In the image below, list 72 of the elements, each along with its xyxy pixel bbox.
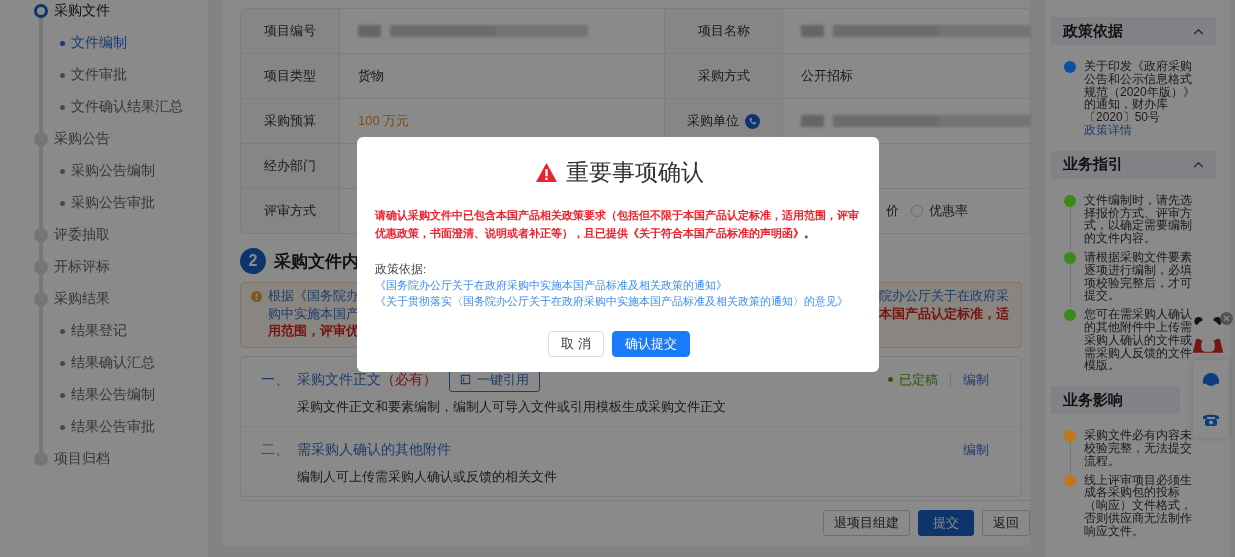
- field-value: 货物: [358, 67, 384, 85]
- info-icon: [251, 291, 262, 302]
- policy-link[interactable]: 政策详情: [1084, 124, 1196, 137]
- footer-button[interactable]: 返回: [982, 510, 1030, 536]
- notice-text: 院办公厅关于在政府采: [879, 288, 1009, 305]
- policy-link[interactable]: 《国务院办公厅关于在政府采购中实施本国产品标准及相关政策的通知》: [375, 277, 727, 293]
- field-label: 项目类型: [264, 67, 316, 85]
- sidebar-item[interactable]: 采购公告审批: [0, 187, 155, 219]
- section-header[interactable]: 政策依据: [1051, 17, 1216, 45]
- field-label: 项目名称: [697, 22, 750, 40]
- guide-text: 请根据采购文件要素逐项进行编制，必填项校验完整后，才可提交。: [1084, 249, 1192, 303]
- field-label: 评审方式: [264, 202, 316, 220]
- caret-icon[interactable]: [1193, 27, 1204, 35]
- warning-icon: [534, 161, 558, 183]
- document-title: 需采购人确认的其他附件: [297, 440, 451, 459]
- sidebar-item[interactable]: 结果确认汇总: [0, 347, 155, 379]
- close-icon[interactable]: [1220, 312, 1233, 325]
- step-label[interactable]: 评委抽取: [54, 226, 110, 244]
- field-label: 采购方式: [697, 67, 750, 85]
- option-label: 价: [886, 202, 899, 220]
- item-number: 二、: [261, 440, 289, 459]
- step-label[interactable]: 采购公告: [54, 130, 110, 148]
- section-title: 政策依据: [1063, 21, 1123, 41]
- option-label[interactable]: 优惠率: [929, 202, 968, 220]
- step-label[interactable]: 开标评标: [54, 258, 110, 276]
- sidebar-item[interactable]: 结果公告审批: [0, 411, 155, 443]
- dialog-button[interactable]: 取 消: [548, 331, 604, 357]
- step-label[interactable]: 项目归档: [54, 450, 110, 468]
- step-label[interactable]: 采购文件: [54, 2, 110, 20]
- dialog-title: 重要事项确认: [565, 157, 704, 187]
- document-description: 采购文件正文和要素编制，编制人可导入文件或引用模板生成采购文件正文: [297, 397, 727, 416]
- guide-text: 线上评审项目必须生成各采购包的投标（响应）文件格式，否则供应商无法制作响应文件。: [1084, 472, 1192, 538]
- guide-text: 您可在需采购人确认的其他附件中上传需采购人确认的文件或需采购人反馈的文件模版。: [1084, 307, 1192, 373]
- document-icon: [460, 374, 471, 385]
- required-tag: （必有）: [381, 370, 437, 389]
- budget-value: 100 万元: [358, 112, 410, 130]
- edit-link[interactable]: 编制: [963, 440, 989, 459]
- phone-icon[interactable]: [745, 113, 760, 129]
- footer-button[interactable]: 提交: [918, 510, 974, 536]
- policy-label: 政策依据:: [375, 262, 428, 277]
- sidebar-item[interactable]: 结果公告编制: [0, 379, 155, 411]
- field-label: 经办部门: [264, 157, 316, 175]
- field-label: 采购预算: [264, 112, 316, 130]
- field-label: 项目编号: [264, 22, 316, 40]
- notice-text: 本国产品认定标准，适: [879, 305, 1009, 323]
- edit-link[interactable]: 编制: [963, 370, 989, 389]
- sidebar-item[interactable]: 文件审批: [0, 59, 127, 91]
- step-number: 2: [240, 248, 266, 274]
- guide-text: 文件编制时，请先选择报价方式、评审方式，以确定需要编制的文件内容。: [1084, 192, 1192, 246]
- item-number: 一、: [261, 370, 289, 389]
- field-value: 公开招标: [801, 67, 853, 85]
- sidebar-item[interactable]: 文件编制: [0, 27, 127, 59]
- dialog-button[interactable]: 确认提交: [611, 331, 690, 357]
- document-title: 采购文件正文: [297, 370, 381, 389]
- step-label[interactable]: 采购结果: [54, 290, 110, 308]
- guide-text: 关于印发《政府采购公告和公示信息格式规范（2020年版）》的通知，财办库〔2020〕50号: [1084, 59, 1195, 125]
- field-label: 采购单位: [687, 112, 739, 130]
- document-description: 编制人可上传需采购人确认或反馈的相关文件: [297, 467, 558, 486]
- sidebar-item[interactable]: 结果登记: [0, 315, 127, 347]
- footer-button[interactable]: 退项目组建: [823, 510, 910, 536]
- sidebar-item[interactable]: 采购公告编制: [0, 155, 155, 187]
- status-label: 已定稿: [888, 370, 938, 389]
- policy-link[interactable]: 《关于贯彻落实〈国务院办公厅关于在政府采购中实施本国产品标准及相关政策的通知〉的意见》: [375, 293, 848, 309]
- notice-text: 购中实施本国产: [268, 305, 359, 323]
- warning-text: 请确认采购文件中已包含本国产品相关政策要求（包括但不限于本国产品认定标准，适用范围，评审优惠政策，书面澄清、说明或者补正等），且已提供《关于符合本国产品标准的声明函》。: [375, 208, 860, 241]
- section-title: 业务指引: [1063, 155, 1123, 175]
- guide-text: 采购文件必有内容未校验完整，无法提交流程。: [1084, 428, 1192, 468]
- section-header[interactable]: 业务指引: [1051, 150, 1216, 179]
- sidebar-item[interactable]: 文件确认结果汇总: [0, 91, 183, 123]
- caret-icon[interactable]: [1193, 161, 1204, 169]
- section-header[interactable]: 业务影响: [1051, 386, 1180, 415]
- section-title: 业务影响: [1063, 390, 1123, 410]
